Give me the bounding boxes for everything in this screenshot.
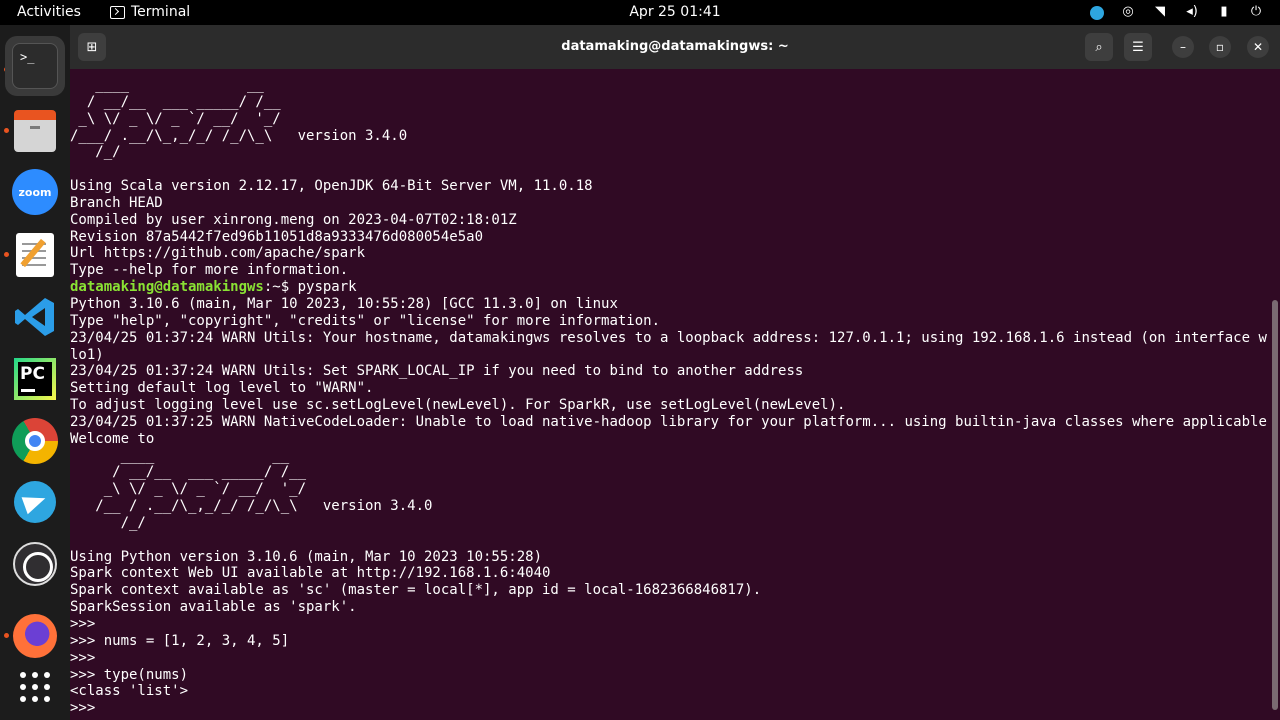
title-bar[interactable]: ⊞ datamaking@datamakingws: ~ ⌕ ☰ – ▫ ✕ xyxy=(70,25,1280,69)
vscode-icon xyxy=(15,298,54,336)
terminal-line: Compiled by user xinrong.meng on 2023-04… xyxy=(70,211,517,228)
python-prompt-line: >>> xyxy=(70,700,1270,717)
dock-chrome[interactable] xyxy=(11,417,59,465)
terminal-line: /_/ xyxy=(70,144,121,161)
terminal-line: >>> nums = [1, 2, 3, 4, 5] xyxy=(70,632,290,649)
prompt-user: datamaking@datamakingws xyxy=(70,279,264,296)
terminal-line: Spark context Web UI available at http:/… xyxy=(70,565,551,582)
shell-prompt-line: datamaking@datamakingws:~$ pyspark xyxy=(70,279,1270,296)
terminal-line: _\ \/ _ \/ _ `/ __/ '_/ xyxy=(70,110,281,127)
terminal-line: ____ __ xyxy=(70,447,290,464)
hamburger-menu-icon: ☰ xyxy=(1132,39,1144,55)
top-bar: Activities Terminal Apr 25 01:41 ◎ ◥ ◂) … xyxy=(0,0,1280,25)
dock: >_ zoom PC xyxy=(0,25,70,720)
files-icon xyxy=(14,110,56,152)
terminal-line: Python 3.10.6 (main, Mar 10 2023, 10:55:… xyxy=(70,295,618,312)
text-editor-icon xyxy=(16,233,54,277)
app-grid-icon xyxy=(20,672,50,702)
dock-firefox[interactable] xyxy=(11,612,59,660)
running-indicator xyxy=(4,252,9,257)
terminal-line: Type "help", "copyright", "credits" or "… xyxy=(70,312,661,329)
terminal-line: Using Scala version 2.12.17, OpenJDK 64-… xyxy=(70,178,593,195)
dock-zoom[interactable]: zoom xyxy=(11,168,59,216)
terminal-output[interactable]: ____ __ / __/__ ___ _____/ /__ _\ \/ _ \… xyxy=(70,77,1270,720)
volume-icon[interactable]: ◂) xyxy=(1184,4,1200,20)
terminal-line: >>> xyxy=(70,649,96,666)
terminal-window: ⊞ datamaking@datamakingws: ~ ⌕ ☰ – ▫ ✕ _… xyxy=(70,25,1280,720)
minimize-icon: – xyxy=(1180,40,1186,54)
telegram-icon xyxy=(14,481,56,523)
terminal-line: To adjust logging level use sc.setLogLev… xyxy=(70,397,846,414)
prompt-path: :~$ xyxy=(263,279,298,296)
terminal-line: 23/04/25 01:37:25 WARN NativeCodeLoader:… xyxy=(70,413,1267,430)
terminal-line: Type --help for more information. xyxy=(70,262,349,279)
spark-shell-banner: ____ __ / __/__ ___ _____/ /__ _\ \/ _ \… xyxy=(70,77,1270,279)
terminal-line: Setting default log level to "WARN". xyxy=(70,380,374,397)
dock-terminal[interactable]: >_ xyxy=(5,36,65,96)
dock-text-editor[interactable] xyxy=(11,231,59,279)
terminal-line: >>> xyxy=(70,616,96,632)
terminal-line: / __/__ ___ _____/ /__ xyxy=(70,464,307,481)
terminal-line: lo1) xyxy=(70,346,104,363)
terminal-line: ____ __ xyxy=(70,77,264,93)
chrome-icon xyxy=(12,418,58,464)
terminal-line: Url https://github.com/apache/spark xyxy=(70,245,366,262)
pyspark-output: Python 3.10.6 (main, Mar 10 2023, 10:55:… xyxy=(70,296,1270,700)
zoom-icon: zoom xyxy=(12,169,58,215)
maximize-button[interactable]: ▫ xyxy=(1209,36,1231,58)
search-button[interactable]: ⌕ xyxy=(1085,33,1113,61)
maximize-icon: ▫ xyxy=(1215,40,1225,54)
terminal-line: 23/04/25 01:37:24 WARN Utils: Set SPARK_… xyxy=(70,363,804,380)
terminal-line: Welcome to xyxy=(70,430,155,447)
pycharm-icon: PC xyxy=(14,358,56,400)
terminal-line: /___/ .__/\_,_/_/ /_/\_\ version 3.4.0 xyxy=(70,127,408,144)
dock-telegram[interactable] xyxy=(11,478,59,526)
obs-icon xyxy=(13,542,57,586)
dock-pycharm[interactable]: PC xyxy=(11,355,59,403)
firefox-icon xyxy=(13,614,57,658)
terminal-line: Branch HEAD xyxy=(70,194,163,211)
system-tray[interactable]: ◎ ◥ ◂) ▮ ⏻ xyxy=(1090,4,1264,20)
terminal-line: _\ \/ _ \/ _ `/ __/ '_/ xyxy=(70,481,307,498)
terminal-line: /__ / .__/\_,_/_/ /_/\_\ version 3.4.0 xyxy=(70,498,433,515)
terminal-line: / __/__ ___ _____/ /__ xyxy=(70,93,281,110)
prompt-command: pyspark xyxy=(297,279,357,296)
terminal-line: <class 'list'> xyxy=(70,683,189,700)
clock[interactable]: Apr 25 01:41 xyxy=(0,4,1280,20)
terminal-line: 23/04/25 01:37:24 WARN Utils: Your hostn… xyxy=(70,329,1267,346)
python-prompt: >>> xyxy=(70,700,104,717)
dock-files[interactable] xyxy=(11,107,59,155)
terminal-icon: >_ xyxy=(12,43,58,89)
minimize-button[interactable]: – xyxy=(1172,36,1194,58)
close-icon: ✕ xyxy=(1252,40,1264,54)
terminal-scrollbar[interactable] xyxy=(1272,300,1278,710)
ubuntu-tray-icon[interactable]: ◎ xyxy=(1120,4,1136,20)
telegram-tray-icon[interactable] xyxy=(1090,5,1104,20)
running-indicator xyxy=(4,633,9,638)
battery-icon[interactable]: ▮ xyxy=(1216,4,1232,20)
terminal-line: Spark context available as 'sc' (master … xyxy=(70,582,762,599)
terminal-line: /_/ xyxy=(70,514,146,531)
dock-obs[interactable] xyxy=(11,540,59,588)
terminal-line: >>> type(nums) xyxy=(70,666,189,683)
terminal-line: Using Python version 3.10.6 (main, Mar 1… xyxy=(70,548,543,565)
search-icon: ⌕ xyxy=(1095,39,1103,55)
show-apps-button[interactable] xyxy=(11,663,59,711)
wifi-icon[interactable]: ◥ xyxy=(1152,4,1168,20)
terminal-line: SparkSession available as 'spark'. xyxy=(70,599,357,616)
dock-vscode[interactable] xyxy=(11,293,59,341)
close-button[interactable]: ✕ xyxy=(1247,36,1269,58)
terminal-line: Revision 87a5442f7ed96b11051d8a9333476d0… xyxy=(70,228,484,245)
running-indicator xyxy=(4,128,9,133)
menu-button[interactable]: ☰ xyxy=(1124,33,1152,61)
power-icon[interactable]: ⏻ xyxy=(1248,4,1264,20)
